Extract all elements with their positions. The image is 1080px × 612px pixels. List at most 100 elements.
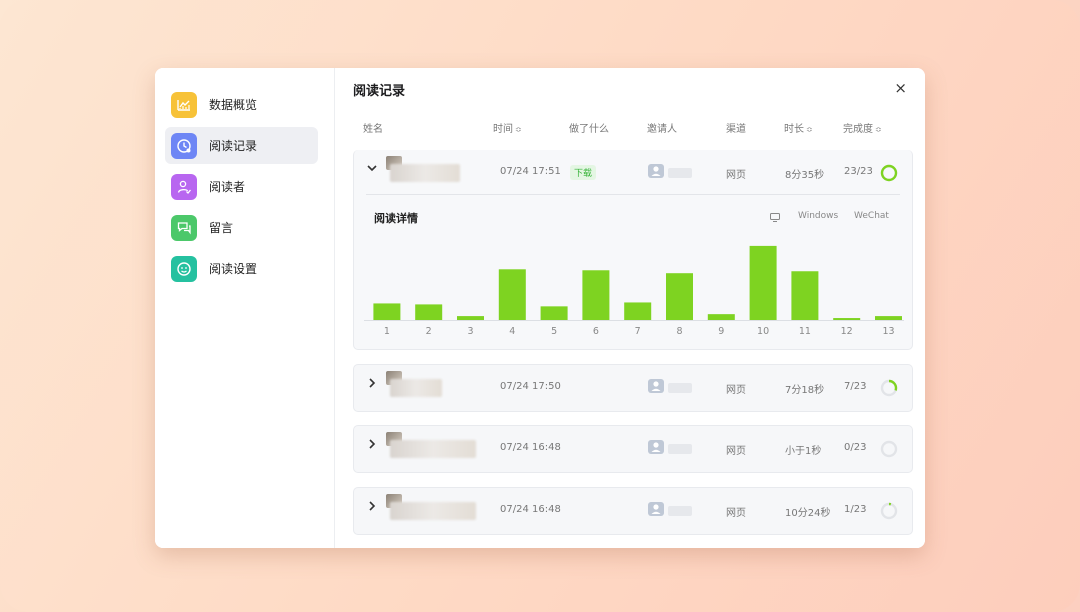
sidebar-item[interactable]: 阅读者 (165, 168, 318, 205)
chart-bar (749, 245, 777, 320)
column-header-label: 时间 (493, 124, 513, 135)
sidebar: 数据概览阅读记录阅读者留言阅读设置 (155, 68, 335, 548)
chart-bar (791, 271, 819, 320)
chart-bar (540, 306, 568, 320)
monitor-icon (770, 213, 780, 222)
row-duration: 10分24秒 (785, 508, 831, 519)
redacted-name (390, 440, 476, 458)
chart-bar (875, 316, 902, 320)
redacted-inviter (668, 444, 692, 454)
reading-detail-chart: 1 2 3 4 5 6 7 8 9 10 11 12 13 (364, 245, 904, 337)
table-row[interactable]: 07/24 17:51 下载 网页 8分35秒 23/23 (354, 150, 912, 196)
table-row-expanded: 07/24 17:51 下载 网页 8分35秒 23/23 阅读详情 Windows W… (353, 150, 913, 350)
chevron-down-icon[interactable] (366, 162, 378, 177)
clock-icon (171, 132, 197, 159)
column-header-label: 完成度 (843, 124, 873, 135)
redacted-inviter (668, 506, 692, 516)
column-header-label: 做了什么 (569, 124, 609, 135)
chart-bar (833, 318, 861, 320)
chevron-right-icon[interactable] (366, 500, 378, 515)
chart-bar (498, 269, 526, 320)
detail-title: 阅读详情 (374, 212, 418, 225)
row-duration: 7分18秒 (785, 385, 825, 396)
sort-icon[interactable]: ≎ (515, 125, 522, 134)
x-tick-label: 11 (799, 326, 811, 337)
sidebar-item[interactable]: 阅读记录 (165, 127, 318, 164)
sidebar-item[interactable]: 数据概览 (165, 86, 318, 123)
background: 数据概览 阅读记录 阅读者 留言 阅读设置 阅读记录 × 姓名 时间 ≎ 做了什么 邀请人 渠道时… (0, 0, 1080, 612)
table-row-card: 07/24 16:48 网页 小于1秒 0/23 (353, 425, 913, 473)
progress-ring-icon (880, 379, 898, 397)
table-row-card: 07/24 17:50 网页 7分18秒 7/23 (353, 364, 913, 412)
x-tick-label: 4 (509, 326, 515, 337)
column-header-label: 渠道 (726, 124, 746, 135)
progress-ring-icon (880, 502, 898, 520)
row-progress: 23/23 (844, 166, 873, 177)
x-tick-label: 3 (467, 326, 473, 337)
column-header[interactable]: 完成度 ≎ (843, 120, 882, 135)
table-header: 姓名 时间 ≎ 做了什么 邀请人 渠道 时长 ≎ 完成度 ≎ (335, 120, 925, 140)
chart-bar (582, 270, 610, 320)
sidebar-item-label: 阅读设置 (209, 262, 258, 276)
x-tick-label: 8 (676, 326, 682, 337)
page-title: 阅读记录 (353, 84, 406, 99)
sidebar-item[interactable]: 阅读设置 (165, 250, 318, 287)
row-time: 07/24 17:50 (500, 381, 561, 392)
row-duration: 小于1秒 (785, 446, 822, 457)
action-tag: 下载 (570, 165, 597, 180)
chart-bar (415, 304, 443, 320)
user-icon (648, 164, 664, 178)
column-header-label: 邀请人 (647, 124, 677, 135)
table-row[interactable]: 07/24 17:50 网页 7分18秒 7/23 (354, 365, 912, 411)
x-tick-label: 13 (882, 326, 894, 337)
column-header: 做了什么 (569, 120, 609, 135)
chevron-right-icon[interactable] (366, 377, 378, 392)
column-header: 邀请人 (647, 120, 677, 135)
row-channel: 网页 (726, 170, 746, 181)
main-panel: 阅读记录 × 姓名 时间 ≎ 做了什么 邀请人 渠道 时长 ≎ 完成度 ≎ 07/24 17:51… (335, 68, 925, 548)
sidebar-item[interactable]: 留言 (165, 209, 318, 246)
column-header[interactable]: 时间 ≎ (493, 120, 522, 135)
smile-settings-icon (171, 255, 197, 282)
x-tick-label: 2 (426, 326, 432, 337)
sidebar-item-label: 数据概览 (209, 98, 258, 112)
progress-ring-icon (880, 440, 898, 458)
chart-bar (707, 314, 735, 320)
row-duration: 8分35秒 (785, 170, 825, 181)
x-tick-label: 9 (718, 326, 724, 337)
chart-bar (666, 273, 693, 320)
user-check-icon (171, 173, 197, 200)
sort-icon[interactable]: ≎ (806, 125, 813, 134)
redacted-inviter (668, 383, 692, 393)
row-channel: 网页 (726, 385, 746, 396)
sidebar-item-label: 阅读者 (209, 180, 246, 194)
x-tick-label: 1 (384, 326, 390, 337)
column-header[interactable]: 时长 ≎ (784, 120, 813, 135)
x-tick-label: 10 (757, 326, 769, 337)
row-channel: 网页 (726, 508, 746, 519)
redacted-name (390, 502, 476, 520)
x-tick-label: 5 (551, 326, 557, 337)
legend-windows: Windows (798, 211, 839, 221)
chevron-right-icon[interactable] (366, 438, 378, 453)
redacted-name (390, 379, 442, 397)
user-icon (648, 379, 664, 393)
table-row-card: 07/24 16:48 网页 10分24秒 1/23 (353, 487, 913, 535)
legend-wechat: WeChat (854, 211, 889, 221)
row-channel: 网页 (726, 446, 746, 457)
row-time: 07/24 17:51 (500, 166, 561, 177)
column-header: 渠道 (726, 120, 746, 135)
chart-bar (624, 302, 652, 320)
redacted-name (390, 164, 460, 182)
table-row[interactable]: 07/24 16:48 网页 10分24秒 1/23 (354, 488, 912, 534)
redacted-inviter (668, 168, 692, 178)
close-icon[interactable]: × (894, 79, 907, 97)
x-tick-label: 6 (593, 326, 599, 337)
x-tick-label: 7 (635, 326, 641, 337)
sort-icon[interactable]: ≎ (875, 125, 882, 134)
user-icon (648, 502, 664, 516)
row-progress: 0/23 (844, 442, 867, 453)
chart-icon (171, 91, 197, 118)
table-row[interactable]: 07/24 16:48 网页 小于1秒 0/23 (354, 426, 912, 472)
comment-icon (171, 214, 197, 241)
